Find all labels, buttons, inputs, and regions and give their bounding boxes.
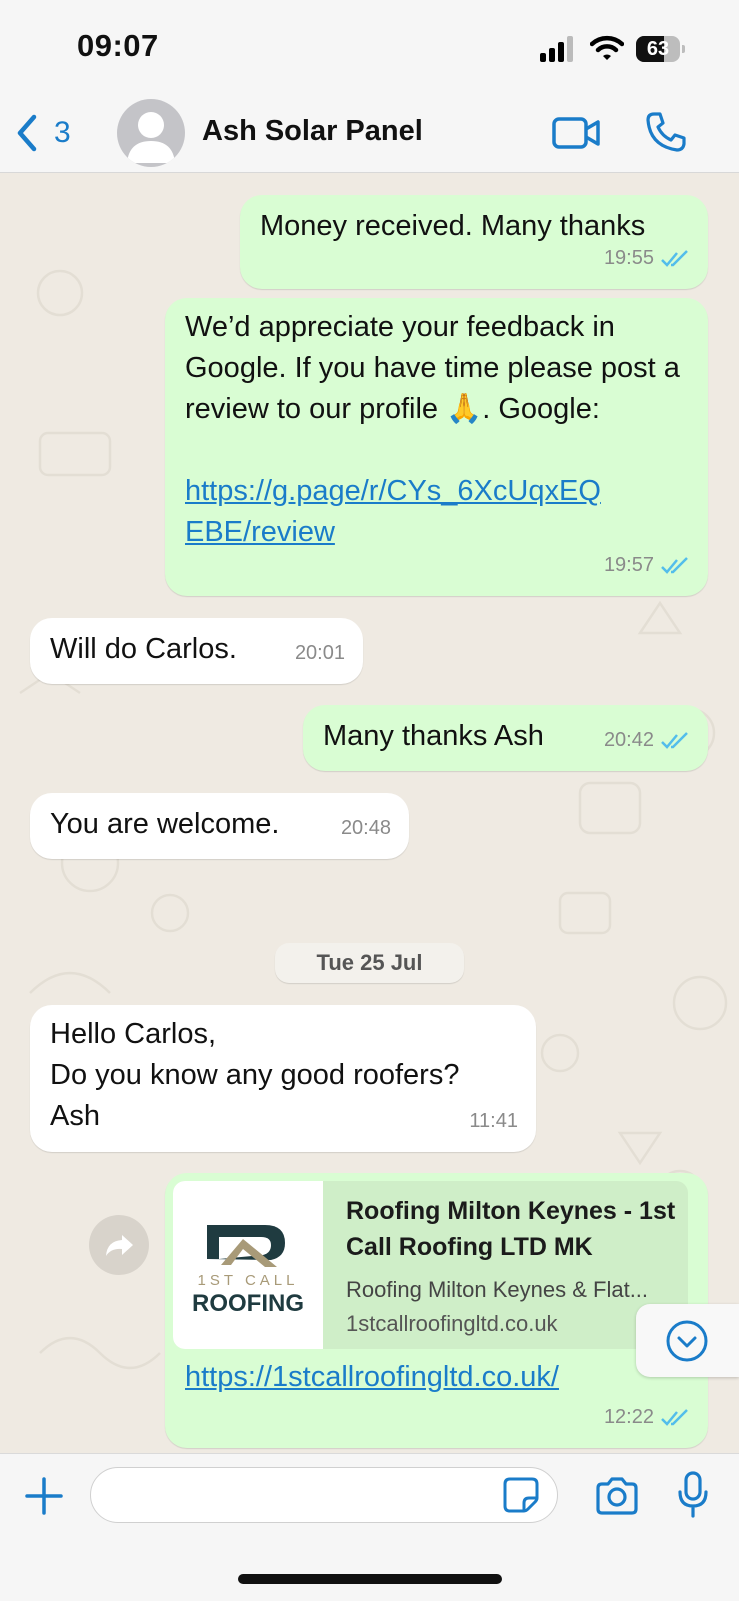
cellular-signal-icon (540, 36, 580, 62)
message-bubble-outgoing[interactable]: Many thanks Ash 20:42 (303, 705, 708, 771)
read-ticks-icon (661, 731, 688, 749)
avatar[interactable] (117, 99, 185, 167)
contact-name[interactable]: Ash Solar Panel (202, 115, 423, 148)
read-ticks-icon (661, 1408, 688, 1426)
message-bubble-outgoing[interactable]: Money received. Many thanks 19:55 (240, 195, 708, 289)
chat-area[interactable]: Money received. Many thanks 19:55 We’d a… (0, 173, 739, 1453)
message-time: 20:48 (340, 817, 391, 839)
logo-bottom-text: ROOFING (192, 1290, 304, 1317)
preview-title: Roofing Milton Keynes - 1st Call Roofing… (346, 1197, 676, 1261)
roofing-logo: 1ST CALL ROOFING (173, 1181, 323, 1349)
unread-count: 3 (54, 116, 71, 149)
battery-level: 63 (646, 38, 670, 60)
plus-icon[interactable] (24, 1476, 64, 1516)
message-time: 19:55 (603, 247, 654, 269)
video-call-icon[interactable] (551, 113, 601, 153)
review-link[interactable]: https://g.page/r/CYs_6XcUqxEQEBE/review (185, 471, 605, 553)
website-link[interactable]: https://1stcallroofingltd.co.uk/ (185, 1357, 559, 1398)
message-text: Many thanks Ash (323, 720, 544, 752)
message-time: 12:22 (603, 1406, 654, 1428)
chat-header: 3 Ash Solar Panel (0, 95, 739, 173)
read-ticks-icon (661, 249, 688, 267)
microphone-icon[interactable] (677, 1470, 709, 1520)
message-time: 20:01 (294, 642, 345, 664)
sticker-icon[interactable] (502, 1476, 540, 1514)
person-icon (127, 112, 175, 163)
message-bubble-outgoing[interactable]: 1ST CALL ROOFING Roofing Milton Keynes -… (165, 1173, 708, 1448)
message-time: 19:57 (603, 554, 654, 576)
message-bubble-outgoing[interactable]: We’d appreciate your feedback in Google.… (165, 298, 708, 596)
read-ticks-icon (661, 556, 688, 574)
logo-top-text: 1ST CALL (198, 1272, 299, 1289)
home-indicator (238, 1574, 502, 1584)
message-input[interactable] (90, 1467, 558, 1523)
phone-icon[interactable] (645, 111, 687, 153)
link-preview-card[interactable]: 1ST CALL ROOFING Roofing Milton Keynes -… (173, 1181, 688, 1349)
scroll-to-bottom-button[interactable] (636, 1304, 739, 1377)
back-button[interactable]: 3 (14, 111, 71, 155)
message-text: We’d appreciate your feedback in Google.… (185, 311, 688, 425)
forward-arrow-icon (106, 1235, 133, 1256)
message-time: 20:42 (603, 729, 654, 751)
date-separator: Tue 25 Jul (275, 943, 464, 983)
message-text: You are welcome. (50, 808, 280, 840)
message-text: Hello Carlos, Do you know any good roofe… (50, 1018, 460, 1132)
message-bubble-incoming[interactable]: Will do Carlos. 20:01 (30, 618, 363, 684)
message-composer (0, 1453, 739, 1601)
status-time: 09:07 (77, 28, 159, 63)
preview-domain: 1stcallroofingltd.co.uk (346, 1311, 558, 1336)
chevron-left-icon (17, 114, 37, 152)
status-bar: 09:07 63 (0, 0, 739, 95)
camera-icon[interactable] (594, 1476, 640, 1516)
message-text: Will do Carlos. (50, 633, 237, 665)
battery-icon: 63 (636, 36, 685, 62)
forward-button[interactable] (89, 1215, 149, 1275)
message-bubble-incoming[interactable]: You are welcome. 20:48 (30, 793, 409, 859)
chevron-down-circle-icon (666, 1320, 708, 1362)
message-bubble-incoming[interactable]: Hello Carlos, Do you know any good roofe… (30, 1005, 536, 1152)
wifi-icon (590, 35, 624, 60)
message-time: 11:41 (469, 1110, 518, 1132)
message-text: Money received. Many thanks (260, 210, 646, 242)
